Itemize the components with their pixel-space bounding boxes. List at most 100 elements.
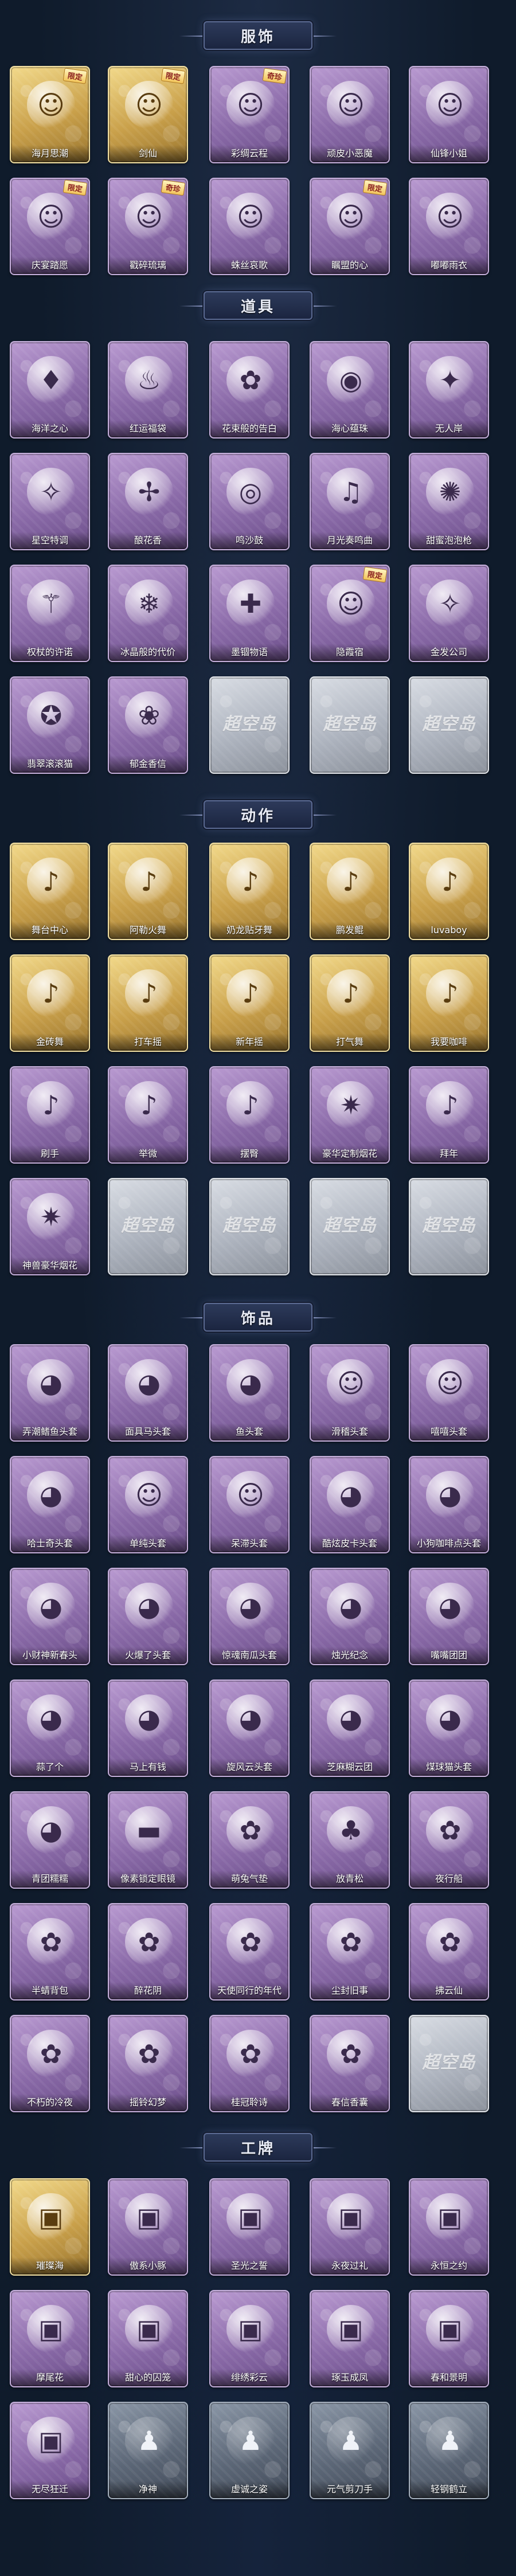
item-card[interactable]: ♪ 打气舞 [310, 954, 390, 1052]
item-card[interactable]: ◕ 芝麻糊云团 [310, 1680, 390, 1777]
item-card[interactable]: ♪ 阿勒火舞 [108, 843, 188, 940]
item-card[interactable]: ◕ 烛光纪念 [310, 1568, 390, 1665]
item-card[interactable]: ♪ 舞台中心 [10, 843, 90, 940]
item-card[interactable]: ♨ 红运福袋 [108, 341, 188, 439]
item-card[interactable]: ♣ 放青松 [310, 1791, 390, 1889]
item-card[interactable]: ✷ 神兽豪华烟花 [10, 1178, 90, 1275]
item-card[interactable]: ▣ 摩尾花 [10, 2290, 90, 2387]
locked-item-card[interactable]: 超空岛 [209, 1178, 290, 1275]
item-card[interactable]: ▣ 璀璨海 [10, 2178, 90, 2276]
item-card[interactable]: ✢ 酿花香 [108, 453, 188, 550]
item-card[interactable]: ◕ 蒜了个 [10, 1680, 90, 1777]
item-card[interactable]: ☺ 仙锋小姐 [409, 66, 489, 163]
item-card[interactable]: ✿ 天使同行的年代 [209, 1903, 290, 2000]
item-card[interactable]: ♪ 拜年 [409, 1066, 489, 1164]
item-card[interactable]: ✚ 墨锢物语 [209, 565, 290, 662]
item-card[interactable]: ☺ 嘟嘟雨衣 [409, 178, 489, 275]
item-card[interactable]: ✿ 萌兔气垫 [209, 1791, 290, 1889]
item-card[interactable]: ▣ 春和景明 [409, 2290, 489, 2387]
item-card[interactable]: ♫ 月光奏鸣曲 [310, 453, 390, 550]
item-card[interactable]: ♪ 刷手 [10, 1066, 90, 1164]
item-card[interactable]: ☺ 单纯头套 [108, 1456, 188, 1553]
item-card[interactable]: ♪ 金砖舞 [10, 954, 90, 1052]
item-card[interactable]: ♦ 海洋之心 [10, 341, 90, 439]
locked-item-card[interactable]: 超空岛 [409, 676, 489, 774]
item-card[interactable]: ◕ 小财神新春头 [10, 1568, 90, 1665]
item-card[interactable]: ☺ 限定 庆宴踏愿 [10, 178, 90, 275]
item-card[interactable]: ◕ 鱼头套 [209, 1344, 290, 1442]
item-card[interactable]: ☺ 顽皮小恶魔 [310, 66, 390, 163]
item-card[interactable]: ✿ 醉花阴 [108, 1903, 188, 2000]
item-card[interactable]: ☺ 蛛丝哀歌 [209, 178, 290, 275]
item-card[interactable]: ☺ 嘻嘻头套 [409, 1344, 489, 1442]
item-card[interactable]: ▣ 琢玉成凤 [310, 2290, 390, 2387]
item-card[interactable]: ▬ 像素锁定眼镜 [108, 1791, 188, 1889]
item-card[interactable]: ♪ 摆臀 [209, 1066, 290, 1164]
item-card[interactable]: ▣ 永恒之约 [409, 2178, 489, 2276]
item-card[interactable]: ☺ 限定 瞩盟的心 [310, 178, 390, 275]
item-card[interactable]: ✿ 尘封旧事 [310, 1903, 390, 2000]
item-card[interactable]: ✿ 花束般的告白 [209, 341, 290, 439]
item-card[interactable]: ✪ 翡翠滚滚猫 [10, 676, 90, 774]
item-card[interactable]: ♟ 轻钢鹤立 [409, 2402, 489, 2499]
item-card[interactable]: ☺ 奇珍 戳碎琉璃 [108, 178, 188, 275]
item-card[interactable]: ✿ 拂云仙 [409, 1903, 489, 2000]
item-card[interactable]: ♟ 元气剪刀手 [310, 2402, 390, 2499]
locked-item-card[interactable]: 超空岛 [209, 676, 290, 774]
item-card[interactable]: ◕ 旋风云头套 [209, 1680, 290, 1777]
item-card[interactable]: ❀ 郁金香信 [108, 676, 188, 774]
item-card[interactable]: ▣ 无尽狂迁 [10, 2402, 90, 2499]
item-card[interactable]: ◕ 煤球猫头套 [409, 1680, 489, 1777]
item-card[interactable]: ◕ 嘴嘴团团 [409, 1568, 489, 1665]
item-card[interactable]: ☺ 奇珍 彩绸云程 [209, 66, 290, 163]
item-card[interactable]: ▣ 圣光之誓 [209, 2178, 290, 2276]
item-card[interactable]: ♪ 我要咖啡 [409, 954, 489, 1052]
item-card[interactable]: ◕ 青团糯糯 [10, 1791, 90, 1889]
locked-item-card[interactable]: 超空岛 [409, 2015, 489, 2112]
item-card[interactable]: ☺ 滑稽头套 [310, 1344, 390, 1442]
item-card[interactable]: ♪ 新年摇 [209, 954, 290, 1052]
item-card[interactable]: ♟ 虚诚之姿 [209, 2402, 290, 2499]
item-card[interactable]: ◉ 海心蕴珠 [310, 341, 390, 439]
item-card[interactable]: ✿ 桂冠聆诗 [209, 2015, 290, 2112]
locked-item-card[interactable]: 超空岛 [310, 1178, 390, 1275]
item-card[interactable]: ✧ 金发公司 [409, 565, 489, 662]
item-card[interactable]: ✿ 摇铃幻梦 [108, 2015, 188, 2112]
item-card[interactable]: ✿ 不朽的冷夜 [10, 2015, 90, 2112]
item-card[interactable]: ♪ 鹏发鲲 [310, 843, 390, 940]
item-card[interactable]: ✺ 甜蜜泡泡枪 [409, 453, 489, 550]
item-card[interactable]: ▣ 甜心的囚笼 [108, 2290, 188, 2387]
item-card[interactable]: ◕ 小狗咖啡点头套 [409, 1456, 489, 1553]
item-card[interactable]: ✦ 无人岸 [409, 341, 489, 439]
item-card[interactable]: ▣ 永夜过礼 [310, 2178, 390, 2276]
item-card[interactable]: ♟ 净神 [108, 2402, 188, 2499]
item-card[interactable]: ✿ 半蜻背包 [10, 1903, 90, 2000]
item-card[interactable]: ✧ 星空特调 [10, 453, 90, 550]
locked-item-card[interactable]: 超空岛 [310, 676, 390, 774]
item-card[interactable]: ♪ 奶龙贴牙舞 [209, 843, 290, 940]
item-card[interactable]: ♪ luvaboy [409, 843, 489, 940]
item-card[interactable]: ◎ 鸣沙鼓 [209, 453, 290, 550]
locked-item-card[interactable]: 超空岛 [409, 1178, 489, 1275]
item-card[interactable]: ◕ 马上有钱 [108, 1680, 188, 1777]
item-card[interactable]: ♪ 打车摇 [108, 954, 188, 1052]
item-card[interactable]: ◕ 惊魂南瓜头套 [209, 1568, 290, 1665]
item-card[interactable]: ☺ 限定 剑仙 [108, 66, 188, 163]
item-card[interactable]: ♪ 举微 [108, 1066, 188, 1164]
item-card[interactable]: ◕ 火爆了头套 [108, 1568, 188, 1665]
item-card[interactable]: ✷ 豪华定制烟花 [310, 1066, 390, 1164]
item-card[interactable]: ◕ 酷炫皮卡头套 [310, 1456, 390, 1553]
locked-item-card[interactable]: 超空岛 [108, 1178, 188, 1275]
item-card[interactable]: ✿ 春信香囊 [310, 2015, 390, 2112]
item-card[interactable]: ◕ 哈士奇头套 [10, 1456, 90, 1553]
item-card[interactable]: ✿ 夜行船 [409, 1791, 489, 1889]
item-card[interactable]: ▣ 傲系小豚 [108, 2178, 188, 2276]
item-card[interactable]: ☺ 限定 隐霞宿 [310, 565, 390, 662]
item-card[interactable]: ❄ 冰晶般的代价 [108, 565, 188, 662]
item-card[interactable]: ⚚ 权杖的许诺 [10, 565, 90, 662]
item-card[interactable]: ◕ 面具马头套 [108, 1344, 188, 1442]
item-card[interactable]: ▣ 绯绣彩云 [209, 2290, 290, 2387]
item-card[interactable]: ☺ 限定 海月思潮 [10, 66, 90, 163]
item-card[interactable]: ☺ 呆滞头套 [209, 1456, 290, 1553]
item-card[interactable]: ◕ 弄潮鳍鱼头套 [10, 1344, 90, 1442]
